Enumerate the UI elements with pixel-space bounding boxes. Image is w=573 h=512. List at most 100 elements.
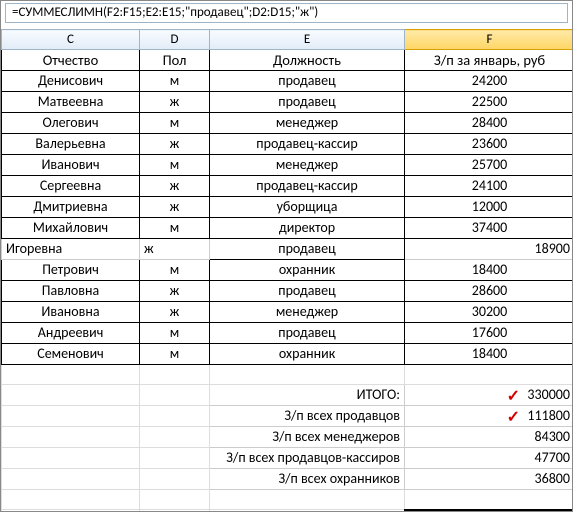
header-patronymic[interactable]: Отчество: [2, 50, 140, 71]
cell[interactable]: [2, 365, 140, 385]
cell[interactable]: [140, 406, 210, 427]
empty-row: [2, 490, 573, 510]
cell[interactable]: [405, 365, 573, 385]
total-label[interactable]: З/п всех продавцов: [210, 406, 405, 427]
cell-salary[interactable]: 23600: [405, 134, 573, 155]
cell[interactable]: [210, 365, 405, 385]
cell-sex[interactable]: ж: [140, 302, 210, 323]
total-value[interactable]: 47700: [405, 448, 573, 469]
cell-position[interactable]: менеджер: [210, 155, 405, 176]
cell-salary[interactable]: 24200: [405, 71, 573, 92]
cell-position[interactable]: продавец: [210, 323, 405, 344]
total-row: ИТОГО:✓330000: [2, 385, 573, 406]
table-row: Игоревна ж продавец 18900: [2, 239, 573, 260]
cell[interactable]: [2, 490, 140, 510]
table-row: Михайловичмдиректор37400: [2, 218, 573, 239]
cell-sex[interactable]: ж: [140, 92, 210, 113]
cell-sex[interactable]: м: [140, 218, 210, 239]
total-value[interactable]: ✓330000: [405, 385, 573, 406]
cell-salary[interactable]: 18400: [405, 260, 573, 281]
cell-salary[interactable]: 12000: [405, 197, 573, 218]
cell-sex[interactable]: м: [140, 155, 210, 176]
formula-bar[interactable]: =СУММЕСЛИМН(F2:F15;E2:E15;"продавец";D2:…: [5, 3, 568, 23]
cell-sex[interactable]: ж: [140, 239, 210, 260]
cell-salary[interactable]: 18900: [405, 239, 573, 260]
spreadsheet-grid[interactable]: C D E F Отчество Пол Должность З/п за ян…: [1, 29, 572, 512]
total-row: З/п всех продавцов-кассиров47700: [2, 448, 573, 469]
cell-salary[interactable]: 22500: [405, 92, 573, 113]
cell-position[interactable]: директор: [210, 218, 405, 239]
cell-salary[interactable]: 25700: [405, 155, 573, 176]
cell-salary[interactable]: 28400: [405, 113, 573, 134]
cell-patronymic[interactable]: Михайлович: [2, 218, 140, 239]
cell-position[interactable]: продавец-кассир: [210, 134, 405, 155]
total-label[interactable]: З/п всех менеджеров: [210, 427, 405, 448]
col-header-f[interactable]: F: [405, 30, 573, 50]
cell-patronymic[interactable]: Павловна: [2, 281, 140, 302]
cell-sex[interactable]: м: [140, 71, 210, 92]
cell-patronymic[interactable]: Семенович: [2, 344, 140, 365]
cell-position[interactable]: менеджер: [210, 302, 405, 323]
cell-patronymic[interactable]: Олегович: [2, 113, 140, 134]
cell-patronymic[interactable]: Ивановна: [2, 302, 140, 323]
cell-position[interactable]: охранник: [210, 344, 405, 365]
total-label[interactable]: З/п всех охранников: [210, 469, 405, 490]
cell-patronymic[interactable]: Игоревна: [2, 239, 140, 260]
cell-position[interactable]: продавец: [210, 281, 405, 302]
cell-salary[interactable]: 28600: [405, 281, 573, 302]
cell-patronymic[interactable]: Денисович: [2, 71, 140, 92]
cell[interactable]: [140, 448, 210, 469]
col-header-d[interactable]: D: [140, 30, 210, 50]
cell-sex[interactable]: ж: [140, 197, 210, 218]
total-value[interactable]: ✓111800: [405, 406, 573, 427]
total-value[interactable]: 36800: [405, 469, 573, 490]
cell[interactable]: [405, 490, 573, 510]
cell[interactable]: [2, 385, 140, 406]
cell[interactable]: [210, 490, 405, 510]
cell-position[interactable]: уборщица: [210, 197, 405, 218]
cell-position[interactable]: продавец-кассир: [210, 176, 405, 197]
cell[interactable]: [2, 448, 140, 469]
cell-sex[interactable]: ж: [140, 176, 210, 197]
total-label[interactable]: ИТОГО:: [210, 385, 405, 406]
cell-patronymic[interactable]: Петрович: [2, 260, 140, 281]
header-position[interactable]: Должность: [210, 50, 405, 71]
col-header-c[interactable]: C: [2, 30, 140, 50]
cell-sex[interactable]: м: [140, 323, 210, 344]
cell-sex[interactable]: м: [140, 260, 210, 281]
cell-position[interactable]: продавец: [210, 92, 405, 113]
cell-salary[interactable]: 30200: [405, 302, 573, 323]
col-header-e[interactable]: E: [210, 30, 405, 50]
cell[interactable]: [2, 406, 140, 427]
cell-patronymic[interactable]: Сергеевна: [2, 176, 140, 197]
cell[interactable]: [2, 427, 140, 448]
cell-patronymic[interactable]: Валерьевна: [2, 134, 140, 155]
total-value[interactable]: 84300: [405, 427, 573, 448]
cell-patronymic[interactable]: Матвеевна: [2, 92, 140, 113]
cell-salary[interactable]: 17600: [405, 323, 573, 344]
cell-patronymic[interactable]: Иванович: [2, 155, 140, 176]
cell[interactable]: [140, 365, 210, 385]
cell-salary[interactable]: 18400: [405, 344, 573, 365]
cell-sex[interactable]: ж: [140, 281, 210, 302]
header-salary[interactable]: З/п за январь, руб: [405, 50, 573, 71]
cell[interactable]: [140, 385, 210, 406]
cell-patronymic[interactable]: Андреевич: [2, 323, 140, 344]
cell-sex[interactable]: м: [140, 344, 210, 365]
header-sex[interactable]: Пол: [140, 50, 210, 71]
cell[interactable]: [140, 427, 210, 448]
cell-salary[interactable]: 37400: [405, 218, 573, 239]
cell-sex[interactable]: м: [140, 113, 210, 134]
table-row: Матвеевнажпродавец22500: [2, 92, 573, 113]
cell-position[interactable]: менеджер: [210, 113, 405, 134]
cell[interactable]: [140, 469, 210, 490]
cell-position[interactable]: продавец: [210, 239, 405, 260]
cell-salary[interactable]: 24100: [405, 176, 573, 197]
cell[interactable]: [2, 469, 140, 490]
cell-position[interactable]: охранник: [210, 260, 405, 281]
cell[interactable]: [140, 490, 210, 510]
total-label[interactable]: З/п всех продавцов-кассиров: [210, 448, 405, 469]
cell-patronymic[interactable]: Дмитриевна: [2, 197, 140, 218]
cell-position[interactable]: продавец: [210, 71, 405, 92]
cell-sex[interactable]: ж: [140, 134, 210, 155]
